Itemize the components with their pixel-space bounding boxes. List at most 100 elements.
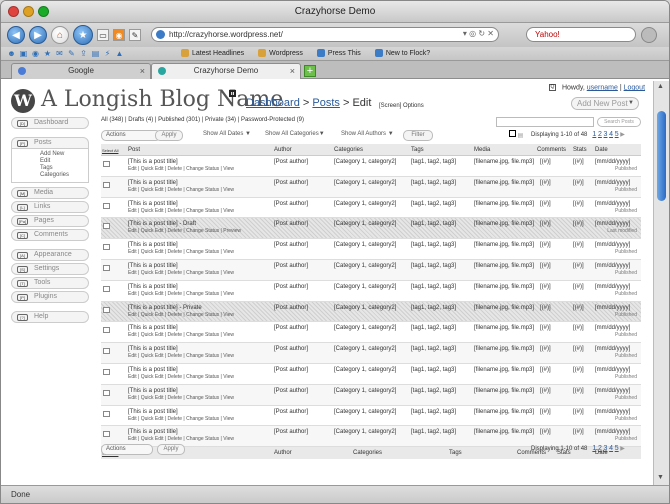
cell-author[interactable]: [Post author]	[274, 201, 308, 207]
row-actions[interactable]: Edit | Quick Edit | Delete | Change Stat…	[128, 270, 234, 276]
tab-crazyhorse-demo[interactable]: Crazyhorse Demo ×	[151, 63, 301, 79]
row-actions[interactable]: Edit | Quick Edit | Delete | Change Stat…	[128, 228, 241, 234]
page-link-1[interactable]: 1	[592, 445, 596, 452]
cell-categories[interactable]: [Category 1, category2]	[334, 325, 396, 331]
username-link[interactable]: username	[587, 84, 618, 91]
cell-tags[interactable]: [tag1, tag2, tag3]	[411, 242, 456, 248]
cell-tags[interactable]: [tag1, tag2, tag3]	[411, 180, 456, 186]
row-checkbox[interactable]	[103, 264, 110, 271]
breadcrumb-posts[interactable]: Posts	[312, 97, 340, 109]
logout-link[interactable]: Logout	[624, 84, 645, 91]
star-button[interactable]: ★	[73, 25, 93, 45]
row-actions[interactable]: Edit | Quick Edit | Delete | Change Stat…	[128, 395, 234, 401]
apply-button[interactable]: Apply	[155, 130, 183, 141]
cell-tags[interactable]: [tag1, tag2, tag3]	[411, 201, 456, 207]
bulk-actions-select-bottom[interactable]: Actions	[101, 444, 153, 455]
sidebar-item-help[interactable]: [?] Help	[11, 311, 89, 323]
post-status-filter[interactable]: All (348) | Drafts (4) | Published (301)…	[101, 117, 304, 123]
row-checkbox[interactable]	[103, 181, 110, 188]
cell-tags[interactable]: [tag1, tag2, tag3]	[411, 346, 456, 352]
row-checkbox[interactable]	[103, 202, 110, 209]
address-bar[interactable]: http://crazyhorse.wordpress.net/ ▾ ◎ ↻ ✕	[151, 27, 499, 42]
cell-author[interactable]: [Post author]	[274, 263, 308, 269]
media-icon[interactable]: ▣	[19, 49, 28, 58]
close-tab-icon[interactable]: ×	[140, 64, 145, 78]
reload-icon[interactable]: ▾ ◎ ↻ ✕	[463, 29, 494, 38]
next-page-icon[interactable]: ▶	[620, 132, 625, 138]
cell-categories[interactable]: [Category 1, category2]	[334, 388, 396, 394]
sidebar-item-pages[interactable]: [Pa] Pages	[11, 215, 89, 227]
cell-categories[interactable]: [Category 1, category2]	[334, 201, 396, 207]
apply-button-bottom[interactable]: Apply	[157, 444, 185, 455]
row-checkbox[interactable]	[103, 431, 110, 438]
row-checkbox[interactable]	[103, 410, 110, 417]
cell-author[interactable]: [Post author]	[274, 346, 308, 352]
scroll-down-icon[interactable]: ▼	[657, 474, 666, 483]
sidebar-item-settings[interactable]: [S] Settings	[11, 263, 89, 275]
cell-author[interactable]: [Post author]	[274, 388, 308, 394]
page-link-5[interactable]: 5	[615, 445, 619, 452]
search-posts-button[interactable]: Search Posts	[597, 117, 641, 127]
cell-tags[interactable]: [tag1, tag2, tag3]	[411, 221, 456, 227]
cell-author[interactable]: [Post author]	[274, 429, 308, 435]
upload-icon[interactable]: ⇪	[79, 49, 88, 58]
cell-categories[interactable]: [Category 1, category2]	[334, 305, 396, 311]
cell-categories[interactable]: [Category 1, category2]	[334, 409, 396, 415]
page-link-3[interactable]: 3	[604, 131, 608, 138]
row-actions[interactable]: Edit | Quick Edit | Delete | Change Stat…	[128, 353, 234, 359]
submenu-add-new[interactable]: Add New	[40, 151, 88, 158]
row-actions[interactable]: Edit | Quick Edit | Delete | Change Stat…	[128, 416, 234, 422]
visit-site-icon[interactable]	[229, 90, 236, 97]
cell-author[interactable]: [Post author]	[274, 180, 308, 186]
new-tab-button[interactable]: +	[304, 65, 316, 77]
cell-categories[interactable]: [Category 1, category2]	[334, 221, 396, 227]
page-link-3[interactable]: 3	[604, 445, 608, 452]
cell-author[interactable]: [Post author]	[274, 305, 308, 311]
cell-categories[interactable]: [Category 1, category2]	[334, 263, 396, 269]
row-actions[interactable]: Edit | Quick Edit | Delete | Change Stat…	[128, 374, 234, 380]
forward-button[interactable]: ▶	[29, 26, 47, 44]
cell-author[interactable]: [Post author]	[274, 325, 308, 331]
row-checkbox[interactable]	[103, 306, 110, 313]
row-actions[interactable]: Edit | Quick Edit | Delete | Change Stat…	[128, 312, 234, 318]
page-link-1[interactable]: 1	[592, 131, 596, 138]
row-actions[interactable]: Edit | Quick Edit | Delete | Change Stat…	[128, 208, 234, 214]
sidebar-item-posts[interactable]: [P] Posts	[11, 137, 89, 149]
page-link-2[interactable]: 2	[598, 131, 602, 138]
cell-author[interactable]: [Post author]	[274, 242, 308, 248]
web-clipboard-icon[interactable]: ▤	[91, 49, 100, 58]
post-title-link[interactable]: [This is a post title]	[128, 409, 178, 415]
page-icon[interactable]: ▭	[97, 29, 109, 41]
share-link-icon[interactable]: ⚡	[103, 49, 112, 58]
cell-categories[interactable]: [Category 1, category2]	[334, 180, 396, 186]
page-link-5[interactable]: 5	[615, 131, 619, 138]
cell-tags[interactable]: [tag1, tag2, tag3]	[411, 325, 456, 331]
post-title-link[interactable]: [This is a post title]	[128, 429, 178, 435]
vertical-scrollbar[interactable]: ▲ ▼	[653, 81, 669, 485]
breadcrumb-dashboard[interactable]: Dashboard	[246, 97, 300, 109]
post-title-link[interactable]: [This is a post title]	[128, 325, 178, 331]
post-title-link[interactable]: [This is a post title]	[128, 367, 178, 373]
close-tab-icon[interactable]: ×	[290, 64, 295, 78]
post-title-link[interactable]: [This is a post title] - Draft	[128, 221, 196, 227]
post-title-link[interactable]: [This is a post title]	[128, 346, 178, 352]
cell-categories[interactable]: [Category 1, category2]	[334, 159, 396, 165]
cell-tags[interactable]: [tag1, tag2, tag3]	[411, 263, 456, 269]
authors-select[interactable]: Show All Authors ▼	[337, 130, 399, 141]
sidebar-item-appearance[interactable]: [A] Appearance	[11, 249, 89, 261]
accounts-icon[interactable]: ✉	[55, 49, 64, 58]
bookmark-press-this[interactable]: Press This	[316, 49, 361, 57]
search-posts-input[interactable]	[496, 117, 594, 127]
row-checkbox[interactable]	[103, 244, 110, 251]
sidebar-item-tools[interactable]: [T] Tools	[11, 277, 89, 289]
cell-tags[interactable]: [tag1, tag2, tag3]	[411, 367, 456, 373]
row-checkbox[interactable]	[103, 348, 110, 355]
post-title-link[interactable]: [This is a post title]	[128, 201, 178, 207]
page-link-2[interactable]: 2	[598, 445, 602, 452]
cell-author[interactable]: [Post author]	[274, 159, 308, 165]
share-icon[interactable]: ✎	[129, 29, 141, 41]
row-actions[interactable]: Edit | Quick Edit | Delete | Change Stat…	[128, 187, 234, 193]
bookmark-new-to-flock[interactable]: New to Flock?	[374, 49, 430, 57]
submenu-edit[interactable]: Edit	[40, 158, 88, 165]
row-checkbox[interactable]	[103, 389, 110, 396]
